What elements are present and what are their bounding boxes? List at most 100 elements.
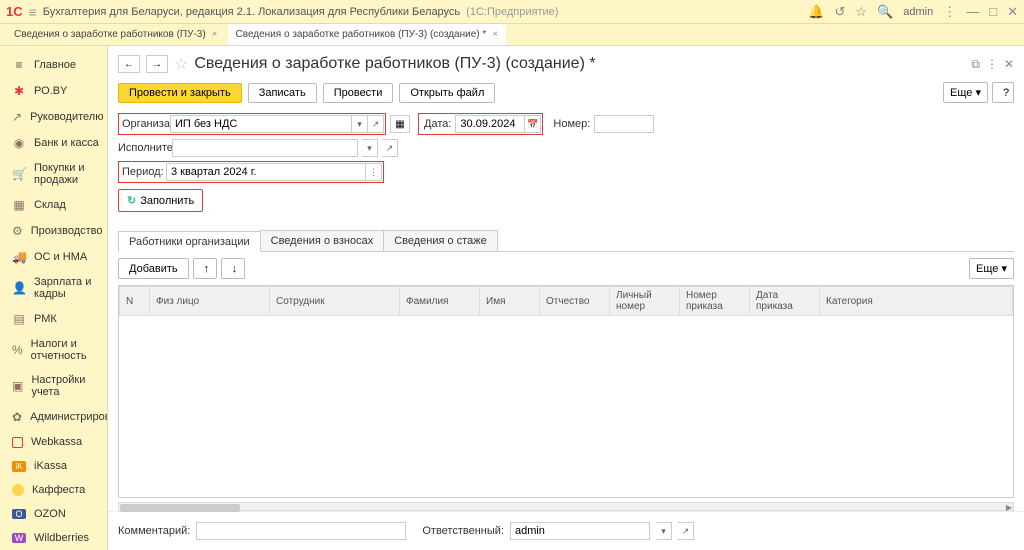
nav-forward-button[interactable]: → [146,55,168,73]
col-name[interactable]: Имя [480,287,540,316]
open-icon[interactable]: ↗ [382,139,398,157]
col-personal-num[interactable]: Личный номер [610,287,680,316]
sidebar-item-kaffesta[interactable]: Каффеста [0,478,107,502]
number-input[interactable] [594,115,654,133]
sidebar-item-manager[interactable]: ↗Руководителю [0,104,107,130]
topbar: 1C ≡ Бухгалтерия для Беларуси, редакция … [0,0,1024,24]
percent-icon: % [12,343,23,357]
post-button[interactable]: Провести [323,83,394,103]
period-field-group: Период: ⋮ [118,161,384,183]
col-person[interactable]: Физ лицо [150,287,270,316]
sidebar-item-bank[interactable]: ◉Банк и касса [0,130,107,156]
close-icon[interactable]: ✕ [1007,4,1018,20]
sidebar-item-ikassa[interactable]: iKiKassa [0,454,107,478]
sidebar-item-warehouse[interactable]: ▦Склад [0,192,107,218]
grid-icon: ▦ [12,198,26,212]
sidebar-item-wildberries[interactable]: WWildberries [0,526,107,550]
col-order-date[interactable]: Дата приказа [750,287,820,316]
close-panel-icon[interactable]: ✕ [1004,57,1014,71]
picker-button[interactable]: ▦ [390,115,410,133]
tab-contributions[interactable]: Сведения о взносах [260,230,385,251]
org-label: Организация: [120,118,170,130]
window-tab[interactable]: Сведения о заработке работников (ПУ-3) (… [228,24,507,45]
col-category[interactable]: Категория [820,287,1013,316]
sidebar-item-webkassa[interactable]: Webkassa [0,430,107,454]
date-input[interactable] [455,115,525,133]
kaffesta-icon [12,484,24,496]
sidebar-item-hr[interactable]: 👤Зарплата и кадры [0,270,107,306]
sidebar-item-roby[interactable]: ✱РО.BY [0,78,107,104]
pos-icon: ▤ [12,312,26,326]
sidebar-item-production[interactable]: ⚙Производство [0,218,107,244]
col-patronymic[interactable]: Отчество [540,287,610,316]
dropdown-icon[interactable]: ▾ [656,522,672,540]
exec-input[interactable] [172,139,358,157]
period-input[interactable] [166,163,366,181]
dropdown-icon[interactable]: ▾ [352,115,368,133]
workers-table[interactable]: N Физ лицо Сотрудник Фамилия Имя Отчеств… [118,285,1014,498]
tab-label: Сведения о заработке работников (ПУ-3) [14,29,206,40]
col-surname[interactable]: Фамилия [400,287,480,316]
col-n[interactable]: N [120,287,150,316]
window-tabs: Сведения о заработке работников (ПУ-3) ×… [0,24,1024,46]
table-more-button[interactable]: Еще ▾ [969,258,1014,279]
fill-button[interactable]: ↻ Заполнить [118,189,203,212]
maximize-icon[interactable]: □ [989,4,997,19]
app-subtitle: (1С:Предприятие) [466,6,558,18]
bell-icon[interactable]: 🔔 [808,4,824,20]
dropdown-icon[interactable]: ▾ [362,139,378,157]
tab-close-icon[interactable]: × [212,29,218,40]
sidebar: ≡Главное ✱РО.BY ↗Руководителю ◉Банк и ка… [0,46,108,550]
sidebar-item-tax[interactable]: %Налоги и отчетность [0,332,107,368]
nav-back-button[interactable]: ← [118,55,140,73]
more-button[interactable]: Еще ▾ [943,82,988,103]
sidebar-item-settings[interactable]: ▣Настройки учета [0,368,107,404]
spinner-icon[interactable]: ⋮ [366,163,382,181]
comment-label: Комментарий: [118,525,190,537]
horizontal-scrollbar[interactable]: ◀ ▶ [118,502,1014,511]
help-button[interactable]: ? [992,82,1014,103]
sidebar-item-main[interactable]: ≡Главное [0,52,107,78]
save-close-button[interactable]: Провести и закрыть [118,83,242,103]
history-icon[interactable]: ↺ [835,4,846,20]
ikassa-icon: iK [12,461,26,472]
comment-input[interactable] [196,522,406,540]
more-icon[interactable]: ⋮ [986,57,998,71]
window-tab[interactable]: Сведения о заработке работников (ПУ-3) × [6,24,226,45]
search-icon[interactable]: 🔍 [877,4,893,20]
add-button[interactable]: Добавить [118,258,189,279]
minimize-icon[interactable]: — [966,4,979,19]
col-employee[interactable]: Сотрудник [270,287,400,316]
org-field-group: Организация: ▾ ↗ [118,113,386,135]
wildberries-icon: W [12,533,26,543]
move-down-button[interactable]: ↓ [221,258,245,279]
settings-icon[interactable]: ⋮ [943,4,956,20]
tab-workers[interactable]: Работники организации [118,231,261,252]
sidebar-item-sales[interactable]: 🛒Покупки и продажи [0,156,107,192]
open-icon[interactable]: ↗ [678,522,694,540]
move-up-button[interactable]: ↑ [193,258,217,279]
responsible-input[interactable] [510,522,650,540]
person-icon: 👤 [12,281,26,295]
sidebar-item-admin[interactable]: ✿Администрирование [0,404,107,430]
open-file-button[interactable]: Открыть файл [399,83,495,103]
save-button[interactable]: Записать [248,83,317,103]
webkassa-icon [12,437,23,448]
user-label[interactable]: admin [903,6,933,18]
star-icon[interactable]: ☆ [855,4,867,20]
calendar-icon[interactable]: 📅 [525,115,541,133]
org-input[interactable] [170,115,352,133]
sidebar-item-ozon[interactable]: OOZON [0,502,107,526]
favorite-icon[interactable]: ☆ [174,54,188,74]
link-icon[interactable]: ⧉ [971,57,980,72]
tab-close-icon[interactable]: × [492,29,498,40]
scroll-right-icon[interactable]: ▶ [1003,503,1015,513]
sidebar-item-assets[interactable]: 🚚ОС и НМА [0,244,107,270]
scroll-thumb[interactable] [120,504,240,512]
open-icon[interactable]: ↗ [368,115,384,133]
settings-icon: ✿ [12,410,22,424]
hamburger-icon[interactable]: ≡ [29,4,37,20]
col-order-num[interactable]: Номер приказа [680,287,750,316]
tab-service[interactable]: Сведения о стаже [383,230,498,251]
sidebar-item-rmk[interactable]: ▤РМК [0,306,107,332]
